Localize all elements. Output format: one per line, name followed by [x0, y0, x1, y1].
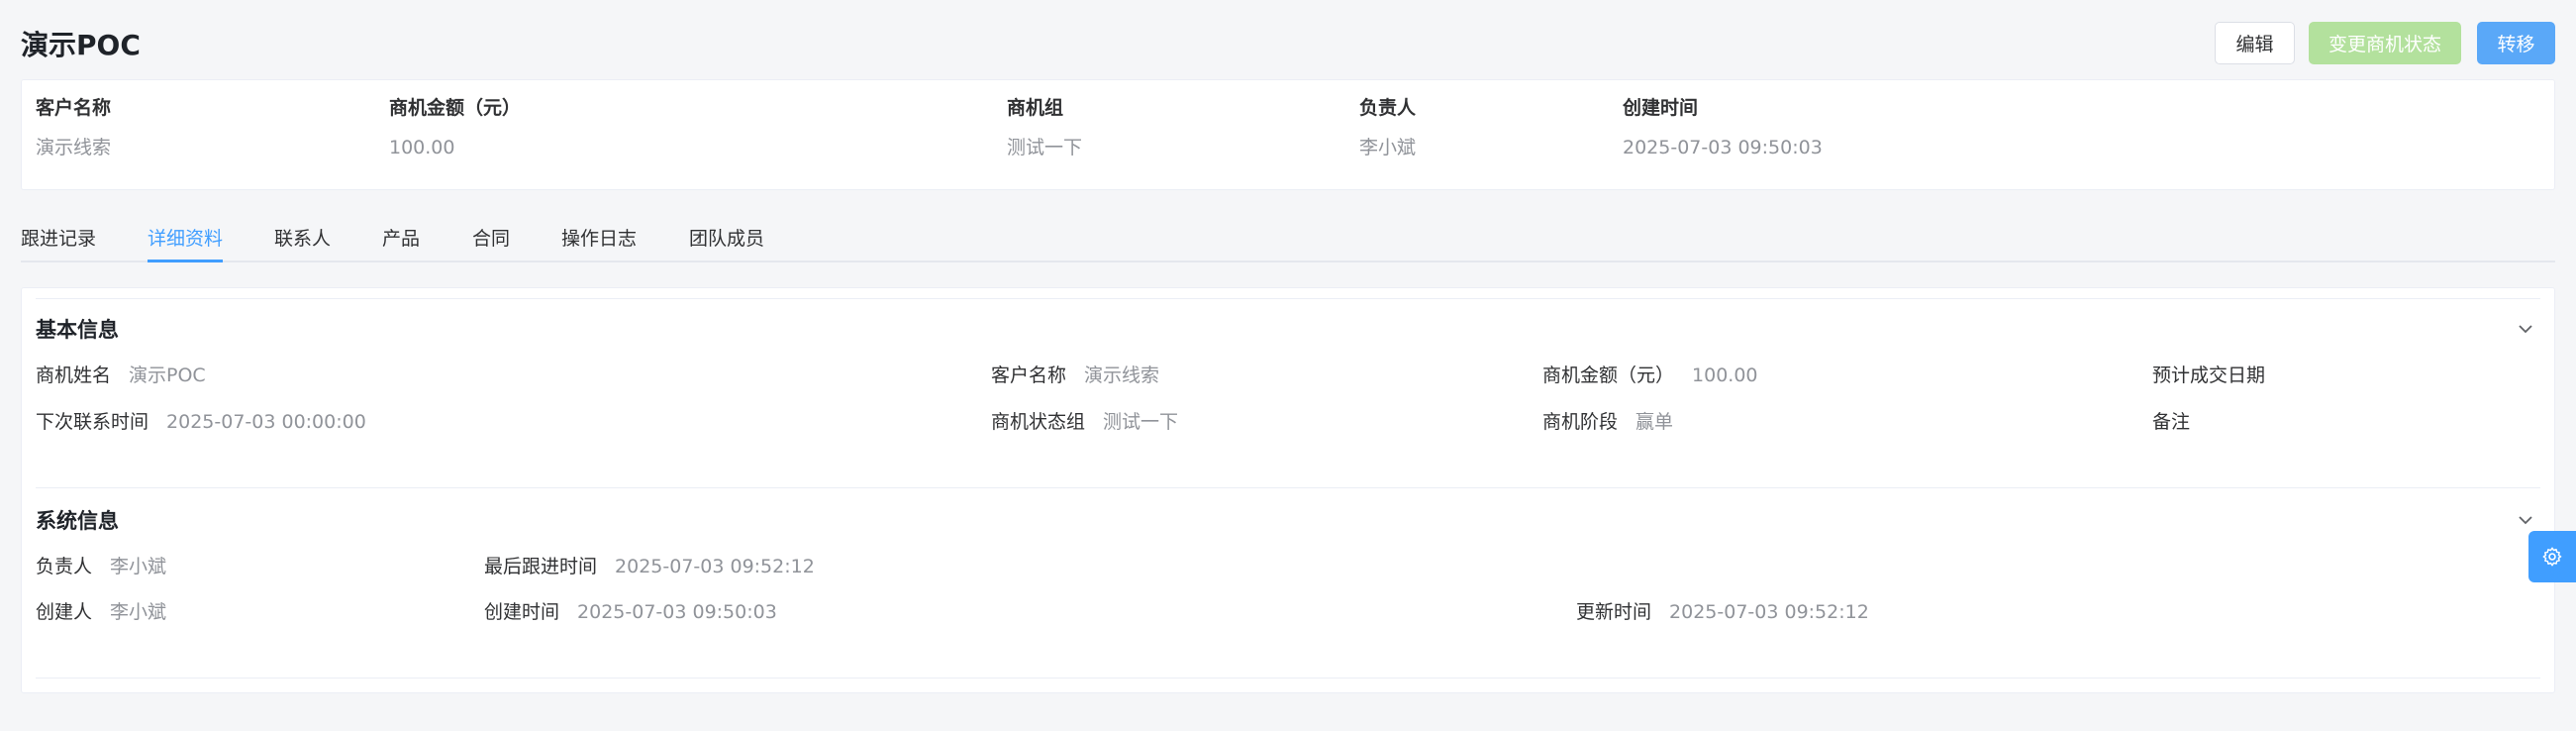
field-label: 负责人	[36, 556, 93, 577]
section-bottom-divider	[36, 678, 2540, 679]
field-update-time: 更新时间 2025-07-03 09:52:12	[1576, 598, 1869, 626]
basic-info-title: 基本信息	[36, 318, 119, 342]
field-label: 创建人	[36, 601, 93, 623]
change-status-button[interactable]: 变更商机状态	[2309, 22, 2461, 64]
tab-contracts[interactable]: 合同	[472, 224, 510, 262]
field-label: 更新时间	[1576, 601, 1652, 623]
edit-button[interactable]: 编辑	[2215, 22, 2295, 64]
section-top-divider	[36, 298, 2540, 299]
field-label: 客户名称	[991, 365, 1067, 386]
summary-amount: 商机金额（元） 100.00	[389, 94, 521, 161]
settings-float-button[interactable]	[2528, 531, 2576, 582]
field-value: 演示线索	[1084, 365, 1160, 386]
field-label: 最后跟进时间	[484, 556, 598, 577]
summary-group: 商机组 测试一下	[1007, 94, 1082, 161]
tab-team-members[interactable]: 团队成员	[689, 224, 764, 262]
field-label: 创建时间	[484, 601, 560, 623]
field-label: 商机姓名	[36, 365, 112, 386]
detail-card: 基本信息 商机姓名 演示POC 客户名称 演示线索 商机金额（元） 100.00 预计…	[21, 287, 2555, 693]
summary-customer: 客户名称 演示线索	[36, 94, 111, 161]
field-remark: 备注	[2152, 408, 2208, 436]
field-value: 演示POC	[129, 365, 206, 386]
summary-owner-value: 李小斌	[1359, 137, 1417, 158]
chevron-down-icon[interactable]	[2517, 320, 2534, 338]
page-header: 演示POC 编辑 变更商机状态 转移	[0, 0, 2576, 79]
summary-amount-value: 100.00	[389, 137, 455, 158]
field-label: 商机金额（元）	[1542, 365, 1675, 386]
summary-card: 客户名称 演示线索 商机金额（元） 100.00 商机组 测试一下 负责人 李小…	[21, 79, 2555, 190]
field-amount: 商机金额（元） 100.00	[1542, 362, 1758, 389]
chevron-down-icon[interactable]	[2517, 511, 2534, 529]
page-title: 演示POC	[21, 29, 141, 61]
field-last-followup-time: 最后跟进时间 2025-07-03 09:52:12	[484, 553, 815, 580]
field-next-contact-time: 下次联系时间 2025-07-03 00:00:00	[36, 408, 366, 436]
tab-products[interactable]: 产品	[382, 224, 420, 262]
summary-amount-label: 商机金额（元）	[389, 97, 522, 119]
field-value: 李小斌	[110, 601, 167, 623]
system-info-title: 系统信息	[36, 509, 119, 533]
field-value: 2025-07-03 09:50:03	[577, 601, 777, 623]
summary-group-value: 测试一下	[1007, 137, 1083, 158]
field-label: 备注	[2152, 411, 2191, 433]
field-value: 100.00	[1692, 365, 1758, 386]
field-creator: 创建人 李小斌	[36, 598, 166, 626]
field-create-time: 创建时间 2025-07-03 09:50:03	[484, 598, 777, 626]
field-value: 2025-07-03 09:52:12	[615, 556, 815, 577]
summary-group-label: 商机组	[1007, 97, 1064, 119]
tab-details[interactable]: 详细资料	[148, 224, 224, 262]
tab-operation-log[interactable]: 操作日志	[561, 224, 637, 262]
tab-followup[interactable]: 跟进记录	[21, 224, 96, 262]
field-opportunity-name: 商机姓名 演示POC	[36, 362, 206, 389]
field-value: 2025-07-03 09:52:12	[1669, 601, 1869, 623]
field-value: 2025-07-03 00:00:00	[166, 411, 366, 433]
transfer-button[interactable]: 转移	[2477, 22, 2555, 64]
summary-owner-label: 负责人	[1359, 97, 1417, 119]
gear-icon	[2542, 547, 2562, 567]
field-value: 赢单	[1635, 411, 1674, 433]
summary-customer-label: 客户名称	[36, 97, 112, 119]
field-label: 下次联系时间	[36, 411, 149, 433]
field-label: 商机阶段	[1542, 411, 1619, 433]
field-customer-name: 客户名称 演示线索	[991, 362, 1159, 389]
summary-created-label: 创建时间	[1623, 97, 1699, 119]
detail-tabs: 跟进记录 详细资料 联系人 产品 合同 操作日志 团队成员	[21, 218, 2555, 262]
summary-created: 创建时间 2025-07-03 09:50:03	[1623, 94, 1823, 161]
field-stage: 商机阶段 赢单	[1542, 408, 1673, 436]
summary-owner: 负责人 李小斌	[1359, 94, 1416, 161]
field-status-group: 商机状态组 测试一下	[991, 408, 1178, 436]
field-label: 预计成交日期	[2152, 365, 2266, 386]
tab-contacts[interactable]: 联系人	[274, 224, 331, 262]
summary-customer-value: 演示线索	[36, 137, 112, 158]
field-expected-close-date: 预计成交日期	[2152, 362, 2283, 389]
field-owner: 负责人 李小斌	[36, 553, 166, 580]
field-value: 测试一下	[1103, 411, 1179, 433]
summary-created-value: 2025-07-03 09:50:03	[1623, 137, 1823, 158]
field-label: 商机状态组	[991, 411, 1086, 433]
section-divider	[36, 487, 2540, 488]
field-value: 李小斌	[110, 556, 167, 577]
